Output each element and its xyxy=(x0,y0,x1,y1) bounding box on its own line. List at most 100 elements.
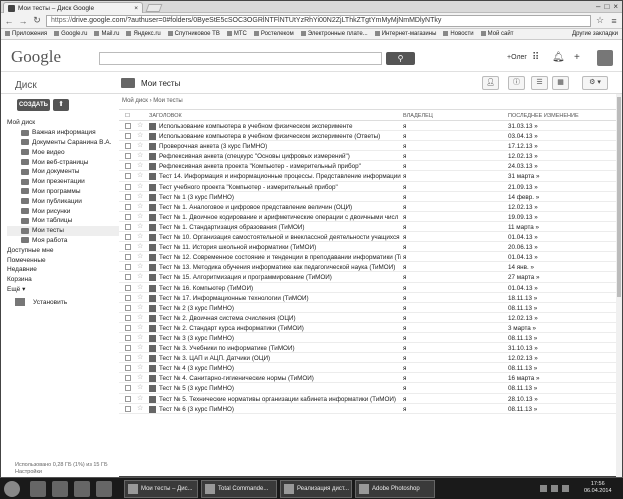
sidebar-item[interactable]: Документы Саранина В.А. xyxy=(7,138,119,148)
file-name[interactable]: Тест № 3. Учебники по информатике (ТиМОИ… xyxy=(159,344,401,353)
star-icon[interactable]: ☆ xyxy=(137,383,143,393)
row-checkbox[interactable] xyxy=(125,133,131,140)
star-icon[interactable]: ☆ xyxy=(137,141,143,151)
sidebar-item[interactable]: Мои публикации xyxy=(7,196,119,206)
file-name[interactable]: Тест 14. Информация и информационные про… xyxy=(159,172,401,181)
bookmark-item[interactable]: Мой сайт xyxy=(480,30,514,37)
star-icon[interactable]: ☆ xyxy=(137,222,143,232)
sidebar-item[interactable]: Мои веб-страницы xyxy=(7,157,119,167)
bookmark-item[interactable]: МТС xyxy=(226,30,247,37)
row-checkbox[interactable] xyxy=(125,324,131,331)
back-icon[interactable]: ← xyxy=(4,16,14,26)
bookmark-item[interactable]: Интернет-магазины xyxy=(374,30,436,37)
star-icon[interactable]: ☆ xyxy=(137,404,143,414)
file-name[interactable]: Тест № 1. Двоичное кодирование и арифмет… xyxy=(159,213,401,222)
table-row[interactable]: ☆ Тест № 3. Учебники по информатике (ТиМО… xyxy=(119,343,619,354)
star-bookmark-icon[interactable]: ☆ xyxy=(595,15,605,26)
star-icon[interactable]: ☆ xyxy=(137,192,143,202)
sidebar-item[interactable]: Доступные мне xyxy=(7,245,119,255)
table-row[interactable]: ☆ Тест № 10. Организация самостоятельной … xyxy=(119,232,619,243)
close-window-icon[interactable]: × xyxy=(613,2,618,11)
bookmark-item[interactable]: Ростелеком xyxy=(253,30,294,37)
col-title[interactable]: ЗАГОЛОВОК xyxy=(149,113,182,119)
plus-user-link[interactable]: +Олег xyxy=(507,54,527,61)
quicklaunch-icon[interactable] xyxy=(52,481,68,497)
row-checkbox[interactable] xyxy=(125,294,131,301)
sidebar-item[interactable]: Мои рисунки xyxy=(7,206,119,216)
reload-icon[interactable]: ↻ xyxy=(32,15,42,26)
table-row[interactable]: ☆ Тест № 1. Аналоговое и цифровое предста… xyxy=(119,202,619,212)
sidebar-item[interactable]: Помеченные xyxy=(7,255,119,265)
star-icon[interactable]: ☆ xyxy=(137,131,143,141)
notifications-bell-icon[interactable]: 🔔︎ xyxy=(552,52,565,63)
table-row[interactable]: ☆ Тест № 2. Стандарт курса информатики (Т… xyxy=(119,323,619,333)
install-link[interactable]: Установить xyxy=(15,298,67,306)
folder-title[interactable]: Мои тесты xyxy=(141,79,180,88)
col-modified[interactable]: ПОСЛЕДНЕЕ ИЗМЕНЕНИЕ xyxy=(508,113,579,119)
sidebar-item[interactable]: Мои таблицы xyxy=(7,216,119,226)
table-row[interactable]: ☆ Тест № 4 (3 курс ПиМНО) я 08.11.13 » xyxy=(119,363,619,374)
table-row[interactable]: ☆ Тест № 5. Технические нормативы организ… xyxy=(119,394,619,404)
star-icon[interactable]: ☆ xyxy=(137,161,143,171)
taskbar-item[interactable]: Мои тесты – Дис... xyxy=(124,480,198,498)
tray-icon[interactable] xyxy=(551,485,558,492)
scrollbar-thumb[interactable] xyxy=(617,97,621,297)
row-checkbox[interactable] xyxy=(125,163,131,170)
tray-icon[interactable] xyxy=(562,485,569,492)
file-name[interactable]: Тест № 10. Организация самостоятельной и… xyxy=(159,233,401,242)
search-button[interactable]: ⚲ xyxy=(386,52,415,65)
file-name[interactable]: Тест № 1 (3 курс ПиМНО) xyxy=(159,193,401,202)
row-checkbox[interactable] xyxy=(125,203,131,210)
tray-icon[interactable] xyxy=(540,485,547,492)
sidebar-item[interactable]: Мои тесты xyxy=(7,225,119,236)
row-checkbox[interactable] xyxy=(125,123,131,129)
table-row[interactable]: ☆ Использование компьютера в учебном физи… xyxy=(119,121,619,132)
file-name[interactable]: Тест № 1. Аналоговое и цифровое представ… xyxy=(159,203,401,212)
sidebar-item[interactable]: Мои документы xyxy=(7,167,119,177)
row-checkbox[interactable] xyxy=(125,314,131,321)
sidebar-item[interactable]: Ещё ▾ xyxy=(7,285,119,295)
star-icon[interactable]: ☆ xyxy=(137,353,143,363)
table-row[interactable]: ☆ Тест № 4. Санитарно-гигиенические нормы… xyxy=(119,373,619,384)
breadcrumb[interactable]: Мой диск › Мои тесты xyxy=(122,98,183,104)
table-row[interactable]: ☆ Тест № 12. Современное состояние и тенд… xyxy=(119,252,619,263)
row-checkbox[interactable] xyxy=(125,274,131,281)
row-checkbox[interactable] xyxy=(125,405,131,412)
file-name[interactable]: Тест № 5 (3 курс ПиМНО) xyxy=(159,384,401,393)
sidebar-item[interactable]: Моя работа xyxy=(7,236,119,246)
star-icon[interactable]: ☆ xyxy=(137,171,143,181)
star-icon[interactable]: ☆ xyxy=(137,262,143,272)
minimize-icon[interactable]: – xyxy=(596,2,600,11)
bookmark-item[interactable]: Приложения xyxy=(5,30,47,37)
taskbar-item[interactable]: Реализация дист... xyxy=(280,480,352,498)
file-name[interactable]: Тест № 1. Стандартизация образования (Ти… xyxy=(159,223,401,232)
star-icon[interactable]: ☆ xyxy=(137,151,143,161)
row-checkbox[interactable] xyxy=(125,385,131,392)
table-row[interactable]: ☆ Тест № 15. Алгоритмизация и программиро… xyxy=(119,272,619,283)
table-row[interactable]: ☆ Тест учебного проекта "Компьютер - изме… xyxy=(119,182,619,192)
file-name[interactable]: Тест № 6 (3 курс ПиМНО) xyxy=(159,405,401,414)
star-icon[interactable]: ☆ xyxy=(137,232,143,242)
settings-link[interactable]: Настройки xyxy=(15,469,108,476)
star-icon[interactable]: ☆ xyxy=(137,182,143,192)
file-name[interactable]: Рефлексивная анкета (спецкурс "Основы ци… xyxy=(159,152,401,161)
bookmark-item[interactable]: Новости xyxy=(443,30,474,37)
star-icon[interactable]: ☆ xyxy=(137,303,143,313)
row-checkbox[interactable] xyxy=(125,143,131,150)
quicklaunch-icon[interactable] xyxy=(74,481,90,497)
table-row[interactable]: ☆ Тест 14. Информация и информационные пр… xyxy=(119,171,619,182)
start-button[interactable] xyxy=(4,481,20,497)
row-checkbox[interactable] xyxy=(125,395,131,402)
star-icon[interactable]: ☆ xyxy=(137,394,143,404)
row-checkbox[interactable] xyxy=(125,244,131,251)
row-checkbox[interactable] xyxy=(125,153,131,160)
apps-grid-icon[interactable]: ⠿ xyxy=(532,52,539,63)
row-checkbox[interactable] xyxy=(125,334,131,341)
add-person-button[interactable]: 👤︎ xyxy=(482,76,499,90)
quicklaunch-icon[interactable] xyxy=(96,481,112,497)
row-checkbox[interactable] xyxy=(125,264,131,271)
row-checkbox[interactable] xyxy=(125,284,131,291)
row-checkbox[interactable] xyxy=(125,355,131,362)
file-name[interactable]: Тест № 3. ЦАП и АЦП. Датчики (ОЦИ) xyxy=(159,354,401,363)
file-name[interactable]: Тест № 4. Санитарно-гигиенические нормы … xyxy=(159,374,401,383)
